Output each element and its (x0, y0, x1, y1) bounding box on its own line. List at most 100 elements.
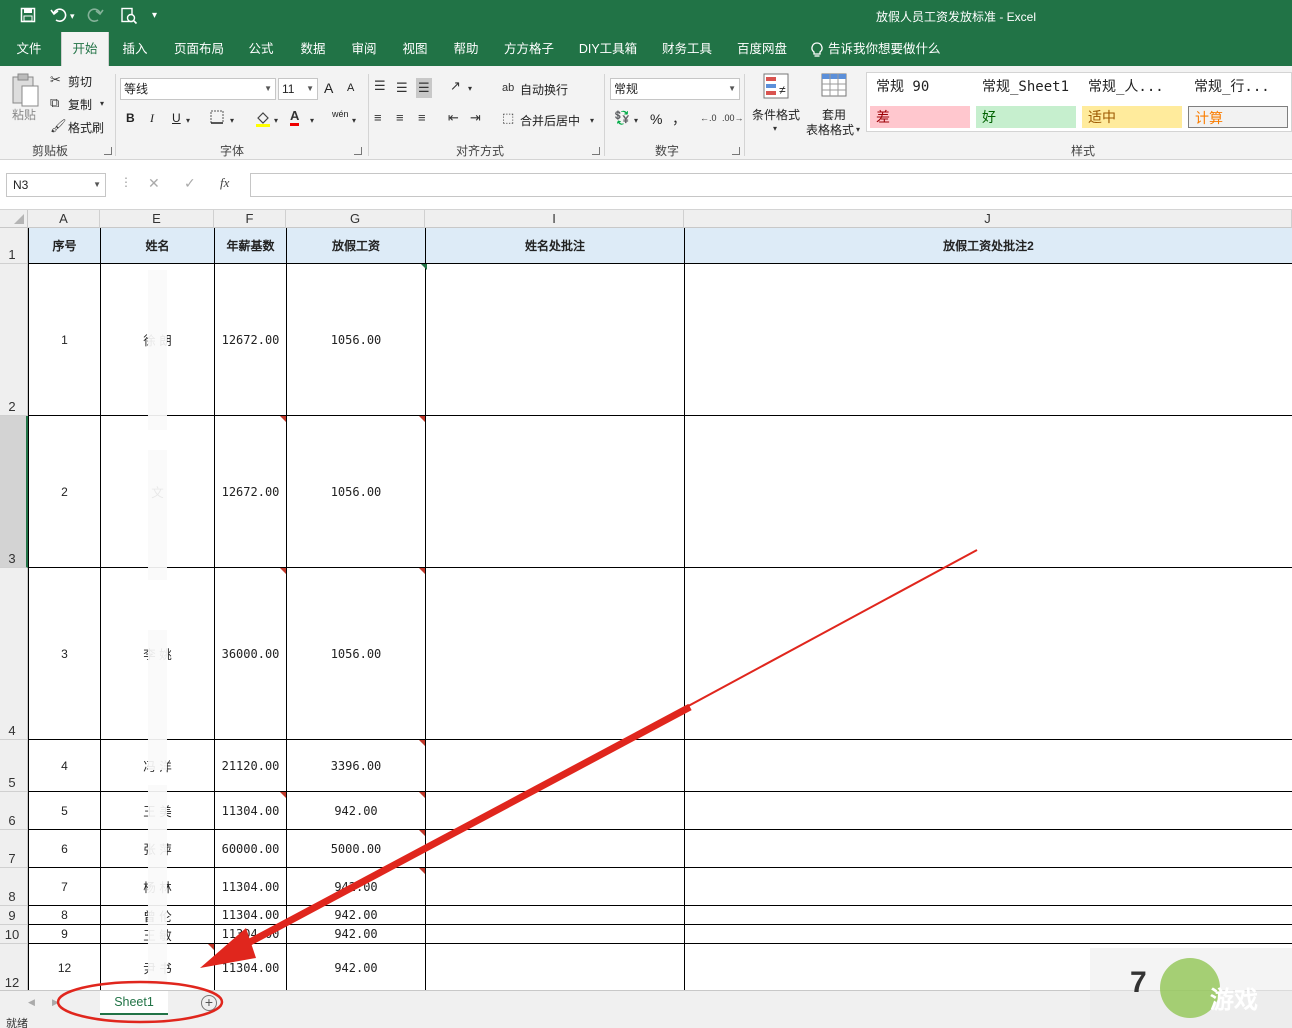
formula-input[interactable] (250, 173, 1292, 197)
row-header-12[interactable]: 12 (0, 944, 28, 990)
tab-file[interactable]: 文件 (6, 32, 52, 66)
column-header-i[interactable]: I (425, 210, 684, 228)
increase-indent-icon[interactable]: ⇥ (470, 110, 481, 126)
table-cell[interactable] (426, 906, 685, 925)
table-cell[interactable] (685, 264, 1292, 416)
number-launcher-icon[interactable] (732, 147, 740, 155)
table-cell[interactable]: 1 (29, 264, 101, 416)
table-cell[interactable]: 1056.00 (287, 264, 427, 416)
tab-review[interactable]: 审阅 (343, 32, 385, 66)
row-header-4[interactable]: 4 (0, 568, 28, 740)
column-header-g[interactable]: G (286, 210, 425, 228)
header-cell-name[interactable]: 姓名 (101, 228, 215, 264)
table-cell[interactable] (685, 416, 1292, 568)
border-icon[interactable] (210, 110, 224, 128)
row-header-10[interactable]: 10 (0, 925, 28, 944)
table-cell[interactable]: 2 (29, 416, 101, 568)
currency-dropdown-icon[interactable]: ▾ (634, 113, 638, 129)
font-name-select[interactable]: 等线 ▼ (120, 78, 276, 100)
underline-button[interactable]: U (172, 111, 181, 125)
scroll-left-icon[interactable]: ◀ (28, 997, 35, 1008)
clipboard-launcher-icon[interactable] (104, 147, 112, 155)
table-cell[interactable]: 36000.00 (215, 568, 287, 740)
table-cell[interactable]: 11304.00 (215, 906, 287, 925)
fill-color-icon[interactable] (254, 109, 272, 131)
header-cell-name-note[interactable]: 姓名处批注 (426, 228, 685, 264)
row-header-8[interactable]: 8 (0, 868, 28, 906)
bold-button[interactable]: B (126, 111, 135, 125)
align-right-icon[interactable]: ≡ (418, 110, 426, 126)
fill-dropdown-icon[interactable]: ▾ (274, 113, 278, 129)
table-cell[interactable] (426, 792, 685, 830)
scroll-right-icon[interactable]: ▶ (52, 997, 59, 1008)
name-box[interactable]: N3 ▼ (6, 173, 106, 197)
style-normal-90[interactable]: 常规 90 (870, 76, 970, 98)
tab-data[interactable]: 数据 (292, 32, 334, 66)
row-header-6[interactable]: 6 (0, 792, 28, 830)
table-cell[interactable]: 60000.00 (215, 830, 287, 868)
style-calculation[interactable]: 计算 (1188, 106, 1288, 128)
font-color-icon[interactable]: A (290, 109, 300, 126)
conditional-format-icon[interactable]: ≠ (762, 72, 790, 104)
row-header-2[interactable]: 2 (0, 264, 28, 416)
header-cell-holiday-pay[interactable]: 放假工资 (287, 228, 426, 264)
tab-formulas[interactable]: 公式 (240, 32, 282, 66)
underline-dropdown-icon[interactable]: ▾ (186, 113, 190, 129)
header-cell-pay-note[interactable]: 放假工资处批注2 (685, 228, 1292, 264)
style-bad[interactable]: 差 (870, 106, 970, 128)
table-cell[interactable]: 942.00 (287, 906, 426, 925)
table-cell[interactable] (426, 264, 685, 416)
row-header-9[interactable]: 9 (0, 906, 28, 925)
table-cell[interactable] (426, 925, 685, 944)
table-cell[interactable]: 942.00 (287, 944, 426, 990)
italic-button[interactable]: I (150, 111, 154, 126)
percent-button[interactable]: % (650, 111, 662, 127)
table-cell[interactable]: 3 (29, 568, 101, 740)
copy-button[interactable]: 复制 (68, 96, 92, 113)
row-header-1[interactable]: 1 (0, 228, 28, 264)
paste-button[interactable]: 粘贴 (12, 106, 36, 123)
grow-font-button[interactable]: A (324, 80, 333, 96)
table-cell[interactable] (685, 792, 1292, 830)
table-cell[interactable] (426, 868, 685, 906)
font-launcher-icon[interactable] (354, 147, 362, 155)
table-cell[interactable]: 12672.00 (215, 416, 287, 568)
table-cell[interactable]: 11304.00 (215, 868, 287, 906)
copy-dropdown-icon[interactable]: ▾ (100, 96, 104, 112)
format-table-icon[interactable] (820, 72, 850, 104)
table-cell[interactable]: 942.00 (287, 925, 426, 944)
cancel-icon[interactable]: ✕ (148, 175, 160, 192)
table-cell[interactable] (685, 740, 1292, 792)
table-cell[interactable] (426, 568, 685, 740)
align-bottom-icon[interactable]: ☰ (416, 78, 432, 98)
merge-center-icon[interactable]: ⬚ (502, 110, 514, 126)
tab-insert[interactable]: 插入 (114, 32, 156, 66)
sheet-tab-sheet1[interactable]: Sheet1 (100, 991, 168, 1015)
comma-button[interactable]: ， (672, 109, 686, 129)
number-format-select[interactable]: 常规 ▼ (610, 78, 740, 100)
table-cell[interactable] (685, 568, 1292, 740)
table-cell[interactable]: 11304.00 (215, 925, 287, 944)
table-cell[interactable]: 5000.00 (287, 830, 426, 868)
table-cell[interactable]: 1056.00 (287, 416, 426, 568)
table-cell[interactable]: 21120.00 (215, 740, 287, 792)
insert-function-icon[interactable]: fx (220, 175, 229, 191)
table-cell[interactable]: 11304.00 (215, 792, 287, 830)
copy-icon[interactable]: ⧉ (50, 95, 59, 111)
tab-page-layout[interactable]: 页面布局 (168, 32, 230, 66)
table-cell[interactable] (685, 830, 1292, 868)
table-cell[interactable]: 6 (29, 830, 101, 868)
column-header-j[interactable]: J (684, 210, 1292, 228)
table-cell[interactable]: 4 (29, 740, 101, 792)
column-header-e[interactable]: E (100, 210, 214, 228)
table-cell[interactable]: 7 (29, 868, 101, 906)
tab-finance-tools[interactable]: 财务工具 (654, 32, 720, 66)
row-header-7[interactable]: 7 (0, 830, 28, 868)
style-good[interactable]: 好 (976, 106, 1076, 128)
table-cell[interactable] (685, 906, 1292, 925)
phonetic-button[interactable]: wén (332, 109, 349, 119)
table-cell[interactable] (685, 868, 1292, 906)
scissors-icon[interactable]: ✂ (50, 72, 61, 88)
format-painter-button[interactable]: 格式刷 (68, 119, 104, 136)
tell-me-search[interactable]: 告诉我你想要做什么 (828, 32, 944, 66)
